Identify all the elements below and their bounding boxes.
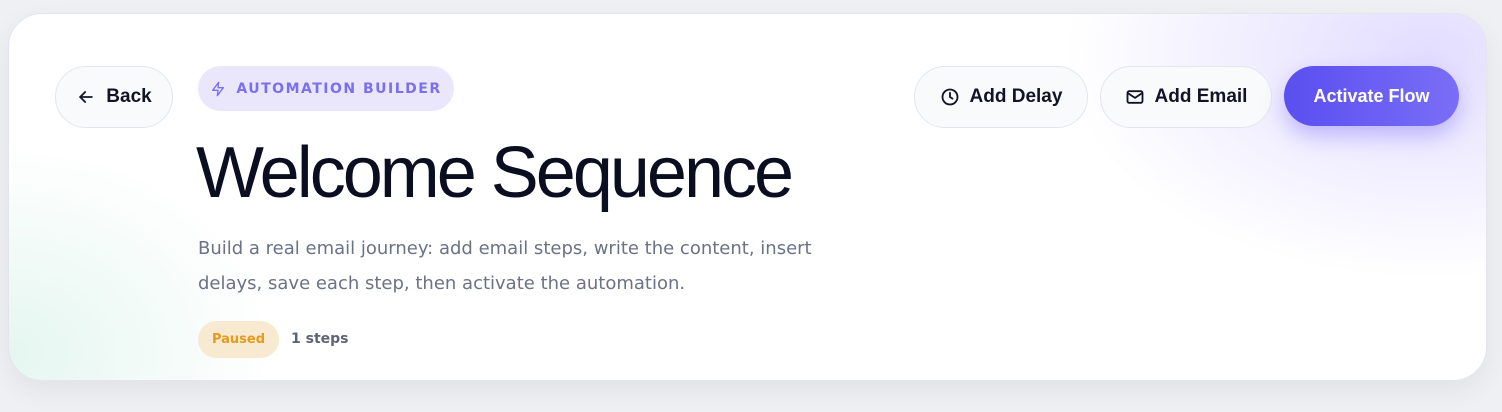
back-button[interactable]: Back [55,66,173,128]
arrow-left-icon [76,87,96,107]
page-title: Welcome Sequence [196,133,794,213]
status-badge: Paused [198,321,279,358]
add-delay-button[interactable]: Add Delay [914,66,1088,128]
clock-icon [940,87,960,107]
automation-builder-badge: AUTOMATION BUILDER [198,66,454,111]
steps-count: 1 steps [291,331,349,347]
page-description: Build a real email journey: add email st… [198,238,812,294]
lightning-icon [210,81,226,97]
badge-label: AUTOMATION BUILDER [236,80,442,97]
add-email-label: Add Email [1154,86,1248,107]
add-email-button[interactable]: Add Email [1100,66,1272,128]
mail-icon [1125,87,1145,107]
back-label: Back [106,86,152,107]
add-delay-label: Add Delay [969,86,1063,107]
activate-flow-button[interactable]: Activate Flow [1284,66,1459,126]
automation-header-card: Back AUTOMATION BUILDER Add Delay Add Em… [8,13,1487,381]
